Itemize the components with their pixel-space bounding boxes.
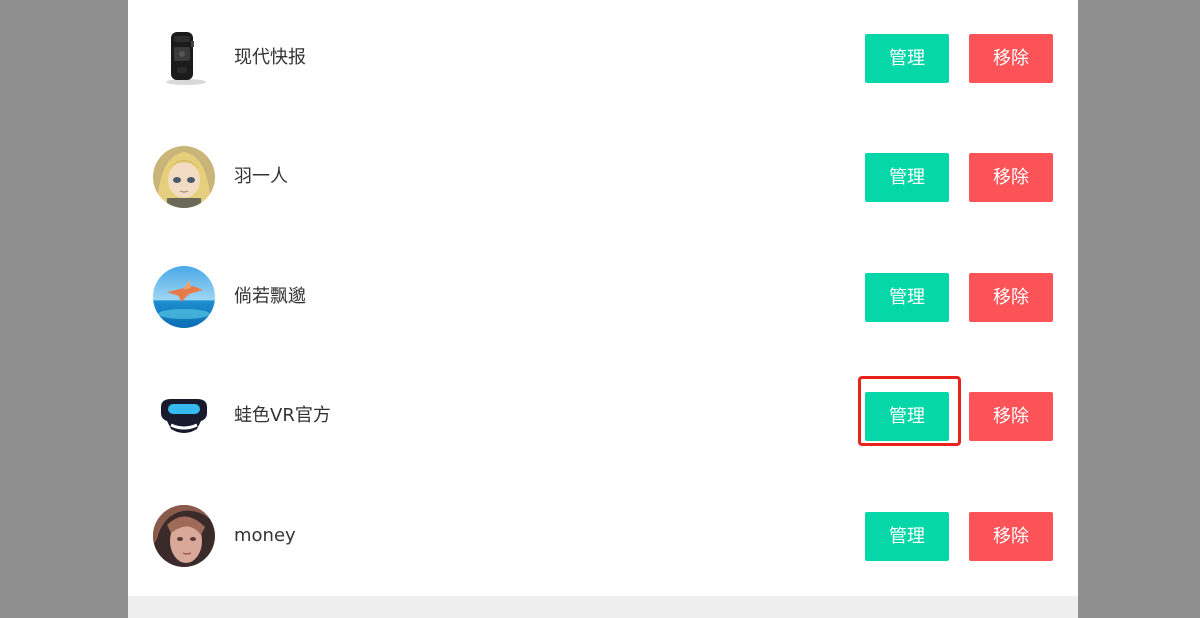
remove-button[interactable]: 移除 [969, 273, 1053, 322]
account-name: 倘若飘邈 [234, 286, 306, 307]
manage-button[interactable]: 管理 [865, 273, 949, 322]
list-item: 蛙色VR官方 管理 移除 [128, 376, 1078, 448]
manage-button[interactable]: 管理 [865, 34, 949, 83]
manage-button[interactable]: 管理 [865, 512, 949, 561]
manage-button[interactable]: 管理 [865, 392, 949, 441]
remove-button[interactable]: 移除 [969, 512, 1053, 561]
device-logo-icon [153, 27, 215, 89]
account-name: money [234, 525, 296, 546]
account-list-panel: 现代快报 管理 移除 羽一人 管理 移除 倘若飘邈 管理 移除 蛙色VR官方 管… [128, 0, 1078, 618]
remove-button[interactable]: 移除 [969, 34, 1053, 83]
account-name: 羽一人 [234, 166, 288, 187]
list-item: money 管理 移除 [128, 504, 1078, 568]
list-item: 羽一人 管理 移除 [128, 145, 1078, 209]
remove-button[interactable]: 移除 [969, 392, 1053, 441]
vr-headset-logo-icon [153, 385, 215, 447]
footer-strip [128, 596, 1078, 618]
portrait-avatar [153, 505, 215, 567]
sky-plane-avatar [153, 266, 215, 328]
manage-button[interactable]: 管理 [865, 153, 949, 202]
account-name: 蛙色VR官方 [234, 405, 331, 426]
anime-girl-avatar [153, 146, 215, 208]
list-item: 现代快报 管理 移除 [128, 26, 1078, 90]
list-item: 倘若飘邈 管理 移除 [128, 265, 1078, 329]
remove-button[interactable]: 移除 [969, 153, 1053, 202]
account-name: 现代快报 [234, 47, 306, 68]
